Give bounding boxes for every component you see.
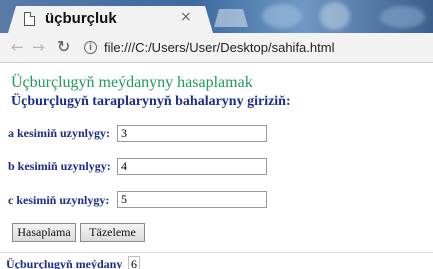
reset-button[interactable]: Täzeleme: [80, 223, 145, 242]
address-bar[interactable]: file:///C:/Users/User/Desktop/sahifa.htm…: [104, 40, 334, 55]
area-result-value: 6: [128, 256, 140, 269]
side-c-label: c kesimiň uzynlygy:: [8, 193, 110, 207]
info-icon[interactable]: i: [84, 41, 97, 54]
side-b-input[interactable]: [117, 158, 267, 175]
tab-title: üçburçluk: [45, 10, 117, 27]
form-instruction: Üçburçlugyň taraplarynyň bahalaryny giri…: [11, 94, 291, 109]
area-result-label: Üçburçlugyň meýdany: [6, 257, 123, 269]
browser-tab[interactable]: üçburçluk ×: [8, 6, 213, 33]
tab-close-icon[interactable]: ×: [180, 9, 192, 25]
background-blur: [262, 4, 302, 28]
side-b-label: b kesimiň uzynlygy:: [8, 159, 111, 173]
browser-toolbar: ← → ↻ i file:///C:/Users/User/Desktop/sa…: [0, 33, 433, 63]
forward-arrow-icon[interactable]: →: [32, 38, 45, 56]
page-content: Üçburçlugyň meýdanyny hasaplamak Üçburçl…: [0, 63, 433, 269]
background-blur: [380, 6, 425, 28]
page-title: Üçburçlugyň meýdanyny hasaplamak: [11, 74, 253, 91]
side-c-input[interactable]: [117, 191, 267, 208]
reload-icon[interactable]: ↻: [57, 37, 70, 56]
page-icon: [24, 12, 35, 26]
side-a-input[interactable]: [117, 125, 267, 142]
browser-tab-strip: üçburçluk ×: [0, 0, 433, 33]
divider: [0, 252, 433, 253]
calculate-button[interactable]: Hasaplama: [12, 223, 76, 242]
side-a-label: a kesimiň uzynlygy:: [8, 126, 111, 140]
new-tab-button[interactable]: [214, 9, 248, 27]
background-blur: [320, 2, 350, 30]
back-arrow-icon[interactable]: ←: [11, 38, 24, 56]
